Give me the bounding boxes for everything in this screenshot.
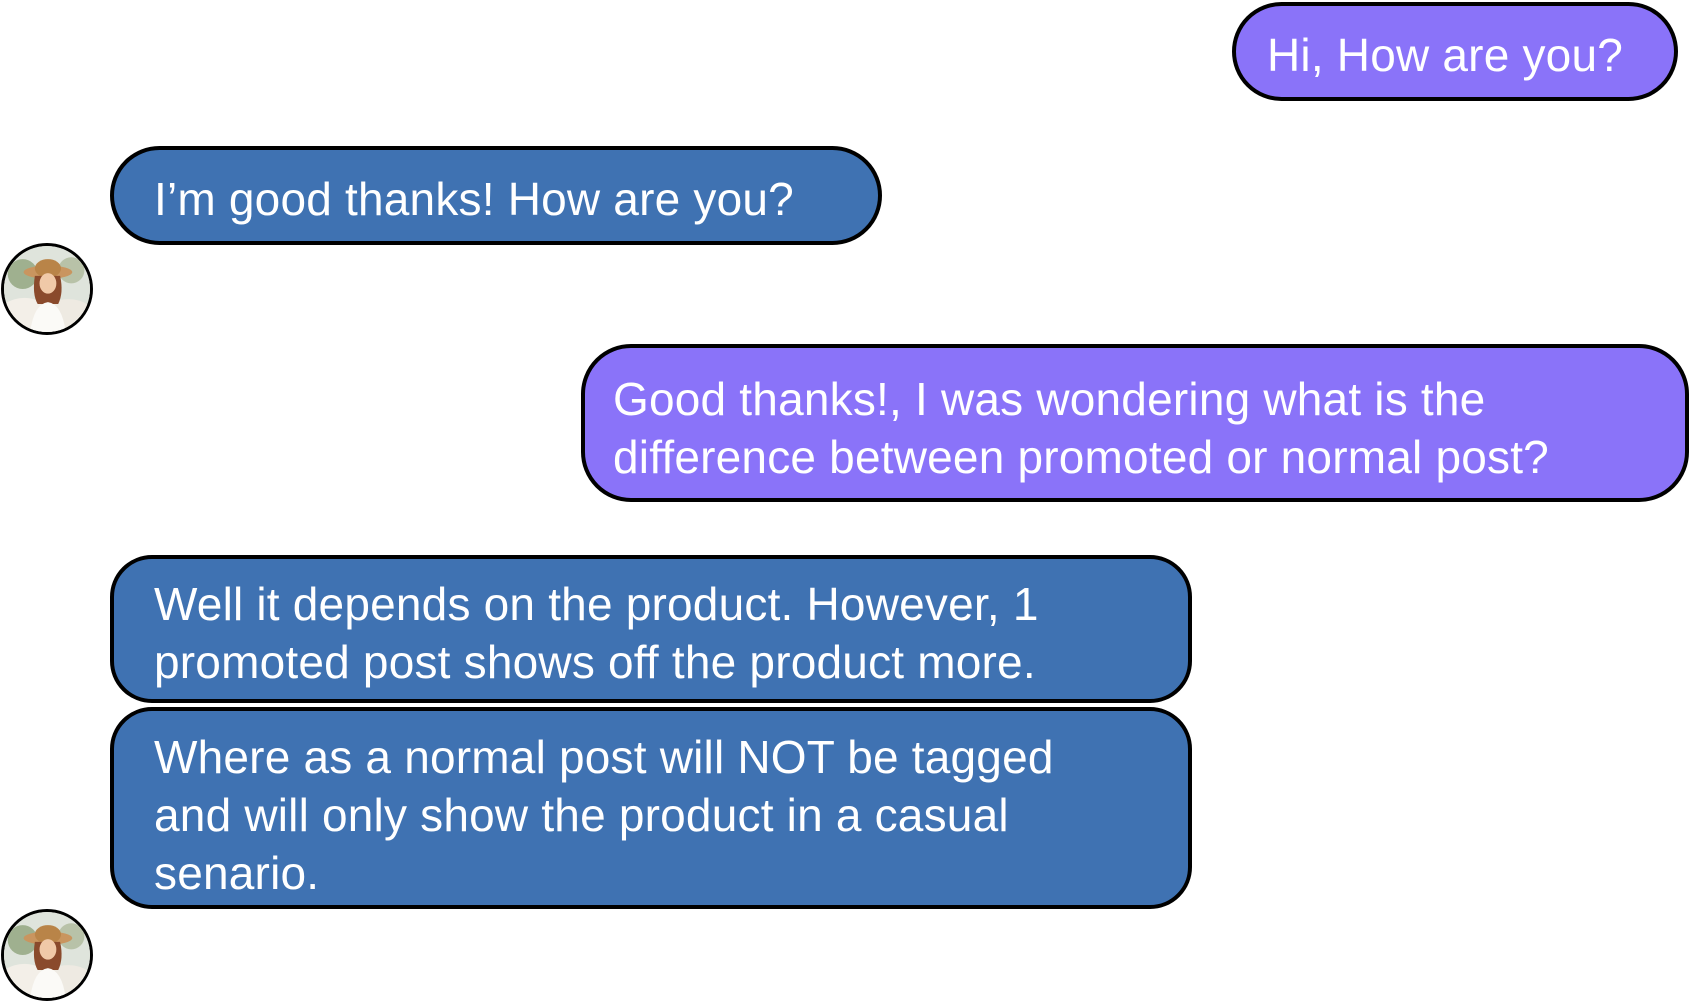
outgoing-message-bubble: Hi, How are you? xyxy=(1232,2,1678,101)
outgoing-message-bubble: Good thanks!, I was wondering what is th… xyxy=(581,344,1689,502)
contact-avatar[interactable] xyxy=(1,909,93,1001)
contact-avatar[interactable] xyxy=(1,243,93,335)
incoming-message-bubble: Where as a normal post will NOT be tagge… xyxy=(110,707,1192,909)
avatar-photo-icon xyxy=(4,912,90,998)
avatar-photo-icon xyxy=(4,246,90,332)
incoming-message-bubble: I’m good thanks! How are you? xyxy=(110,146,882,245)
incoming-message-bubble: Well it depends on the product. However,… xyxy=(110,555,1192,703)
